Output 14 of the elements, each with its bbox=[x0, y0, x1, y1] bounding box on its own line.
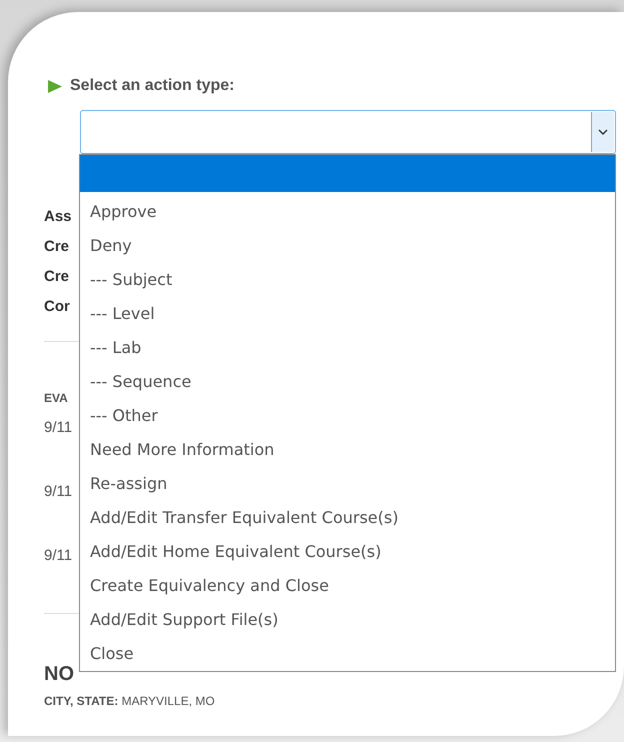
field-label: Select an action type: bbox=[70, 76, 234, 96]
field-label: Cre bbox=[44, 267, 70, 287]
field-label: Ass bbox=[44, 207, 72, 227]
field-label: Cor bbox=[44, 297, 70, 317]
section-heading: EVA bbox=[44, 390, 68, 407]
select-field[interactable] bbox=[80, 110, 616, 154]
field-label: Cre bbox=[44, 237, 70, 257]
chevron-down-icon[interactable] bbox=[591, 112, 614, 152]
date-text: 9/11 bbox=[44, 482, 72, 502]
section-title: NO bbox=[44, 662, 74, 687]
date-text: 9/11 bbox=[44, 418, 72, 438]
date-text: 9/11 bbox=[44, 546, 72, 566]
address-text: CITY, STATE: MARYVILLE, MO bbox=[44, 693, 215, 710]
triangle-icon bbox=[48, 80, 62, 92]
